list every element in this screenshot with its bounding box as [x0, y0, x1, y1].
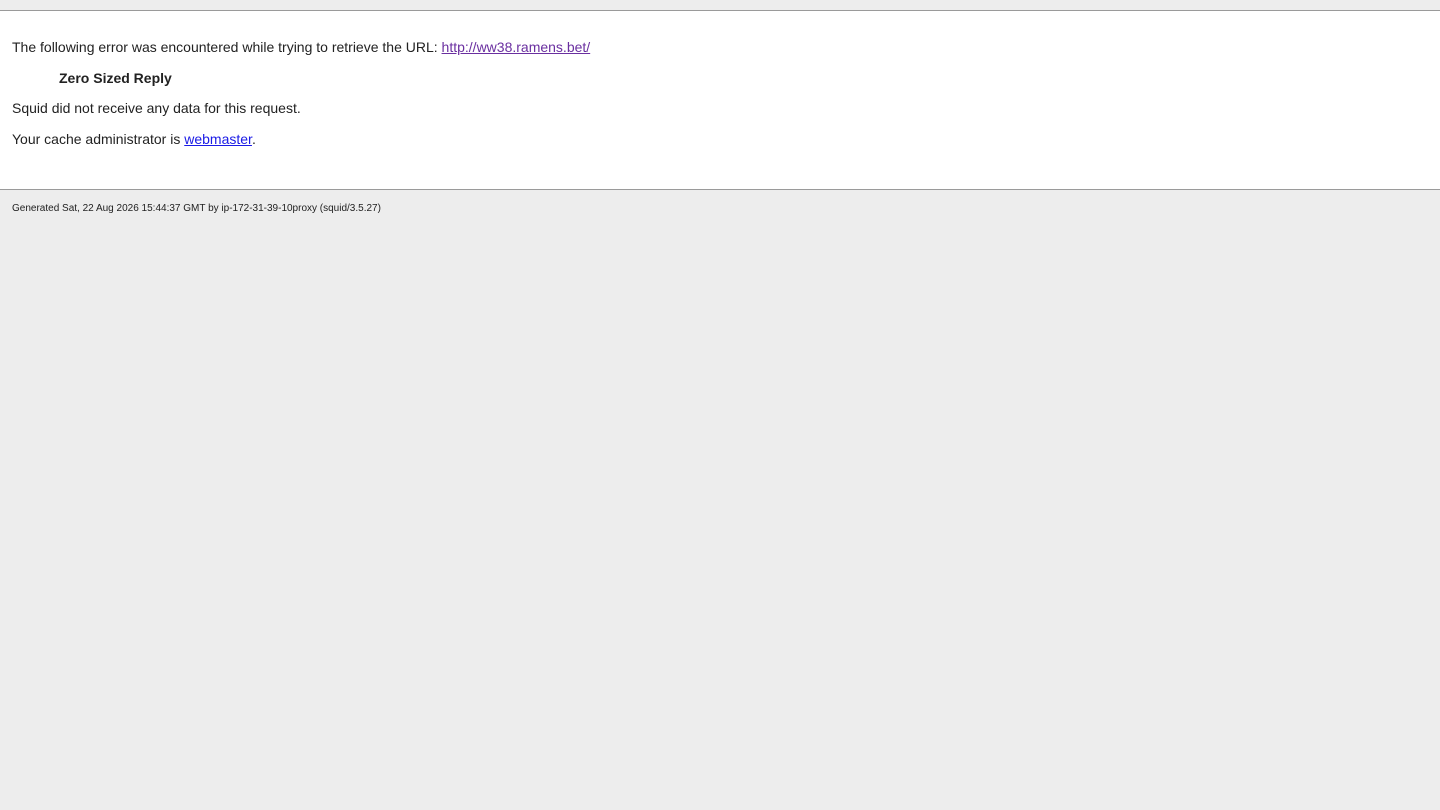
footer-generated: Generated Sat, 22 Aug 2026 15:44:37 GMT …: [12, 203, 381, 214]
webmaster-link[interactable]: webmaster: [184, 131, 252, 147]
requested-url-link[interactable]: http://ww38.ramens.bet/: [442, 39, 591, 55]
error-title: Zero Sized Reply: [59, 70, 172, 86]
error-description: Squid did not receive any data for this …: [12, 100, 301, 116]
error-panel: The following error was encountered whil…: [0, 11, 1440, 190]
error-intro: The following error was encountered whil…: [12, 39, 590, 55]
admin-line: Your cache administrator is webmaster.: [12, 131, 256, 147]
top-strip: [0, 0, 1440, 11]
error-intro-text: The following error was encountered whil…: [12, 39, 442, 55]
admin-text: Your cache administrator is: [12, 131, 185, 147]
admin-suffix: .: [251, 131, 256, 147]
